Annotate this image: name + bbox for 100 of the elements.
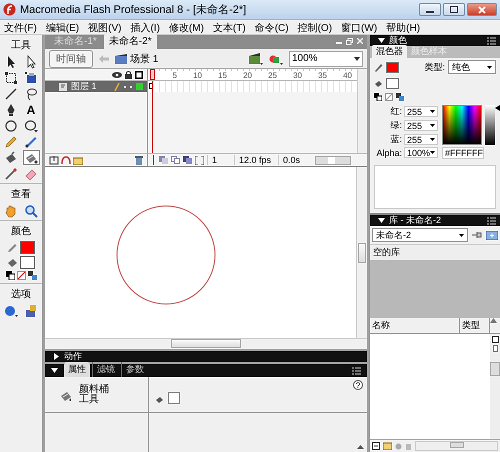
panel-menu-icon[interactable] (352, 366, 361, 374)
dropdown-arrow-icon (430, 110, 435, 113)
trash-icon[interactable] (135, 156, 143, 164)
pencil-icon (114, 82, 120, 90)
new-folder-icon[interactable] (383, 442, 392, 450)
layer-row[interactable]: 图层 1 (45, 81, 147, 92)
column-header[interactable]: 名称 (370, 318, 460, 333)
zoom-dropdown[interactable]: 100% (289, 50, 363, 66)
fill-transform-icon (24, 70, 38, 84)
tool-button[interactable] (2, 70, 20, 85)
frame-number: 40 (327, 71, 352, 80)
panel-header[interactable]: 动作 (45, 351, 367, 362)
ink-bottle-icon (4, 150, 18, 164)
menu-item[interactable]: 窗口(W) (341, 21, 378, 35)
panel-header[interactable]: 颜色 (370, 35, 500, 46)
close-button[interactable] (467, 3, 497, 16)
type-dropdown[interactable]: 纯色 (448, 60, 496, 74)
line-icon (4, 86, 18, 100)
channel-field[interactable]: 255 (404, 106, 438, 117)
frame-number: 30 (277, 71, 302, 80)
library-dropdown[interactable]: 未命名-2 (372, 228, 468, 242)
pencil-icon (374, 62, 383, 72)
document-tab[interactable]: 未命名-2* (104, 33, 157, 49)
new-library-icon[interactable] (486, 230, 498, 240)
brightness-pointer[interactable] (495, 105, 500, 111)
collapse-arrow-icon[interactable] (357, 445, 364, 449)
channel-field[interactable]: 255 (404, 120, 438, 131)
menu-item[interactable]: 命令(C) (254, 21, 289, 35)
menu-item[interactable]: 文本(T) (212, 21, 246, 35)
menu-item[interactable]: 视图(V) (88, 21, 122, 35)
channel-field[interactable]: 100% (404, 147, 438, 158)
menu-item[interactable]: 帮助(H) (386, 21, 420, 35)
new-symbol-icon[interactable] (372, 442, 380, 450)
fill-color-swatch[interactable] (386, 78, 399, 89)
panel-tab[interactable]: 属性 (64, 362, 90, 377)
panel-menu-icon[interactable] (487, 216, 496, 224)
channel-field[interactable]: 255 (404, 134, 438, 145)
menu-item[interactable]: 编辑(E) (46, 21, 80, 35)
add-guide-icon[interactable] (61, 156, 71, 164)
no-color-icon[interactable] (385, 93, 393, 101)
hand-icon (4, 204, 18, 218)
close-icon[interactable] (357, 38, 363, 44)
tool-button[interactable] (22, 134, 40, 149)
onion-skin-icon[interactable] (159, 156, 168, 164)
edit-symbols-icon[interactable] (269, 52, 283, 64)
edit-scene-icon[interactable] (249, 52, 263, 64)
layer-icon (59, 82, 67, 90)
outline-color-icon (136, 83, 143, 90)
fill-color-swatch[interactable] (168, 392, 180, 404)
menu-item[interactable]: 控制(O) (298, 21, 332, 35)
scrollbar-thumb[interactable] (490, 362, 500, 376)
panel-menu-icon[interactable] (487, 36, 496, 44)
panel-header[interactable]: 库 - 未命名-2 (370, 215, 500, 226)
restore-icon[interactable] (346, 38, 353, 44)
timeline-scrollbar[interactable] (357, 69, 367, 153)
edit-frames-icon[interactable] (183, 156, 192, 164)
add-folder-icon[interactable] (73, 156, 83, 164)
color-swatch[interactable] (20, 256, 35, 269)
timeline-button[interactable]: 时间轴 (49, 50, 93, 68)
paint-bucket-icon (7, 257, 18, 268)
color-swatch[interactable] (20, 241, 35, 254)
onion-outline-icon[interactable] (171, 156, 180, 164)
no-color-icon (16, 271, 26, 280)
add-layer-icon[interactable] (49, 156, 59, 164)
brightness-slider[interactable] (485, 105, 500, 145)
tool-button[interactable] (22, 150, 40, 165)
dropdown-arrow-icon (459, 234, 464, 236)
maximize-icon (450, 6, 458, 13)
stroke-color-swatch[interactable] (386, 62, 399, 72)
help-button[interactable]: ? (353, 380, 363, 390)
scrollbar-thumb[interactable] (358, 242, 366, 262)
wide-view-icon[interactable] (492, 336, 498, 343)
maximize-button[interactable] (443, 3, 465, 16)
scrollbar-thumb[interactable] (171, 339, 241, 348)
default-colors-icon[interactable] (374, 93, 382, 101)
tool-button[interactable] (2, 166, 20, 181)
close-icon (478, 6, 486, 14)
frame-rate: 12.0 fps (234, 155, 276, 165)
menu-item[interactable]: 插入(I) (130, 21, 160, 35)
scrollbar-thumb[interactable] (450, 442, 464, 448)
lock-icon (125, 70, 132, 78)
channel-label: Alpha: (375, 148, 402, 158)
tool-button[interactable]: A (22, 102, 40, 117)
frame-scrollbar[interactable] (315, 156, 352, 164)
playhead[interactable] (150, 69, 155, 80)
pin-icon[interactable] (472, 231, 482, 239)
column-header[interactable]: 类型 (460, 318, 490, 333)
tool-button[interactable] (2, 118, 20, 133)
dropdown-arrow-icon (430, 124, 435, 127)
panel-tab[interactable]: 混色器 (372, 45, 407, 58)
tool-button[interactable] (22, 118, 40, 133)
menu-item[interactable]: 修改(M) (168, 21, 204, 35)
dropdown-arrow-icon (430, 151, 436, 154)
hex-field[interactable]: #FFFFFF (442, 147, 484, 159)
menu-item[interactable]: 文件(F) (4, 21, 37, 35)
color-spectrum[interactable] (442, 105, 482, 145)
swap-colors-icon[interactable] (396, 93, 404, 101)
section-title: 工具 (11, 39, 31, 52)
minimize-button[interactable] (419, 3, 441, 16)
narrow-view-icon[interactable] (492, 345, 498, 352)
